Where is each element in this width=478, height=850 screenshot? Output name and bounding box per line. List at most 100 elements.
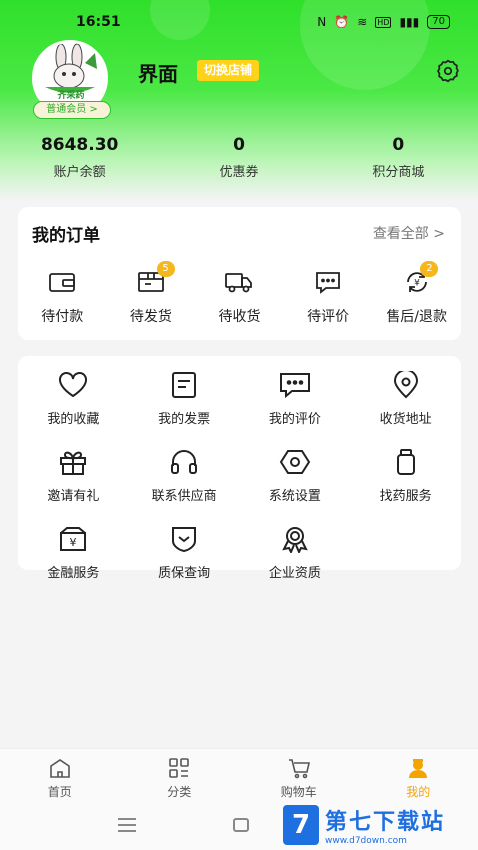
- wifi-icon: ≋: [357, 15, 368, 29]
- home-button-icon[interactable]: [233, 818, 249, 832]
- tool-invite[interactable]: 邀请有礼: [18, 447, 129, 504]
- view-all-orders-link[interactable]: 查看全部 >: [373, 223, 445, 243]
- tool-label: 我的收藏: [47, 412, 100, 427]
- status-bar: 16:51 N ⏰ ≋ HD ▮▮▮ 70: [0, 0, 478, 44]
- settings-gear-icon[interactable]: [435, 58, 461, 84]
- nfc-icon: N: [317, 15, 327, 29]
- my-orders-card: 我的订单 查看全部 > 待付款 5 待发货 待收货 待评价 ¥ 2 售后/退款: [18, 207, 461, 340]
- orders-title: 我的订单: [32, 226, 100, 246]
- watermark-text: 第七下载站 www.d7down.com: [325, 804, 445, 846]
- location-icon: [389, 370, 423, 400]
- tool-qualifications[interactable]: 企业资质: [240, 524, 351, 581]
- svg-text:¥: ¥: [414, 279, 420, 289]
- truck-icon: [224, 269, 254, 295]
- order-label: 待评价: [307, 309, 350, 325]
- stat-label: 优惠券: [219, 165, 259, 180]
- tool-address[interactable]: 收货地址: [350, 370, 461, 427]
- stat-value: 0: [233, 135, 245, 155]
- tool-label: 联系供应商: [151, 489, 217, 504]
- stat-balance[interactable]: 8648.30 账户余额: [0, 135, 159, 180]
- status-icons: N ⏰ ≋ HD ▮▮▮ 70: [317, 15, 450, 29]
- order-label: 待付款: [41, 309, 84, 325]
- order-label: 待发货: [129, 309, 172, 325]
- avatar-text: 齐采药: [57, 91, 85, 101]
- nav-profile[interactable]: 我的: [359, 749, 478, 800]
- tool-find-medicine[interactable]: 找药服务: [350, 447, 461, 504]
- stat-value: 0: [392, 135, 405, 155]
- headset-icon: [167, 447, 201, 477]
- nav-label: 首页: [47, 785, 72, 799]
- alarm-icon: ⏰: [334, 15, 350, 29]
- watermark-logo: 7: [283, 805, 319, 845]
- watermark-url: www.d7down.com: [325, 836, 407, 846]
- order-pending-payment[interactable]: 待付款: [18, 269, 107, 326]
- tool-system-settings[interactable]: 系统设置: [240, 447, 351, 504]
- award-icon: [278, 524, 312, 554]
- order-status-row: 待付款 5 待发货 待收货 待评价 ¥ 2 售后/退款: [18, 261, 461, 326]
- menu-icon[interactable]: [118, 818, 136, 832]
- order-pending-review[interactable]: 待评价: [284, 269, 373, 326]
- review-icon: [278, 370, 312, 400]
- order-label: 售后/退款: [386, 309, 448, 325]
- category-icon: [169, 758, 190, 778]
- medicine-icon: [389, 447, 423, 477]
- hex-settings-icon: [278, 447, 312, 477]
- services-card: 我的收藏 我的发票 我的评价 收货地址 邀请有礼 联系供应商 系统设置 找药服务…: [18, 356, 461, 581]
- nav-label: 分类: [167, 785, 192, 799]
- stat-label: 积分商城: [372, 165, 425, 180]
- nav-category[interactable]: 分类: [120, 749, 240, 800]
- stat-label: 账户余额: [53, 165, 106, 180]
- tool-finance[interactable]: ¥ 金融服务: [18, 524, 129, 581]
- battery-icon: 70: [427, 15, 450, 29]
- wallet-icon: [47, 269, 77, 295]
- tool-label: 系统设置: [268, 489, 321, 504]
- heart-icon: [56, 370, 90, 400]
- order-pending-receipt[interactable]: 待收货: [195, 269, 284, 326]
- tool-label: 质保查询: [158, 566, 211, 581]
- profile-icon: [409, 759, 428, 778]
- account-stats: 8648.30 账户余额 0 优惠券 0 积分商城: [0, 135, 478, 180]
- tool-contact-supplier[interactable]: 联系供应商: [129, 447, 240, 504]
- site-watermark: 7 第七下载站 www.d7down.com: [283, 800, 478, 850]
- tool-label: 企业资质: [268, 566, 321, 581]
- tool-label: 邀请有礼: [47, 489, 100, 504]
- order-pending-shipment[interactable]: 5 待发货: [107, 261, 196, 326]
- stat-points-mall[interactable]: 0 积分商城: [319, 135, 478, 180]
- store-name: 界面: [138, 62, 178, 86]
- nav-cart[interactable]: 购物车: [239, 749, 359, 800]
- svg-text:¥: ¥: [70, 536, 77, 549]
- signal-icon: ▮▮▮: [399, 15, 420, 29]
- shield-icon: [167, 524, 201, 554]
- nav-label: 我的: [406, 785, 431, 799]
- bottom-navigation: 首页 分类 购物车 我的: [0, 748, 478, 800]
- nav-label: 购物车: [280, 785, 317, 799]
- switch-store-button[interactable]: 切换店铺: [197, 60, 260, 81]
- tool-label: 收货地址: [379, 412, 432, 427]
- hd-icon: HD: [375, 16, 392, 28]
- tool-label: 我的评价: [268, 412, 321, 427]
- order-after-sales[interactable]: ¥ 2 售后/退款: [372, 261, 461, 326]
- badge-count: 2: [420, 261, 439, 277]
- status-time: 16:51: [76, 14, 121, 30]
- stat-coupons[interactable]: 0 优惠券: [159, 135, 318, 180]
- cart-icon: [288, 759, 310, 779]
- comment-icon: [313, 269, 343, 295]
- nav-home[interactable]: 首页: [0, 749, 120, 800]
- home-icon: [49, 759, 70, 778]
- badge-count: 5: [156, 261, 175, 277]
- tool-label: 金融服务: [47, 566, 100, 581]
- watermark-main-text: 第七下载站: [325, 810, 446, 835]
- services-grid: 我的收藏 我的发票 我的评价 收货地址 邀请有礼 联系供应商 系统设置 找药服务…: [18, 370, 461, 581]
- tool-label: 我的发票: [158, 412, 211, 427]
- finance-icon: ¥: [56, 524, 90, 554]
- tool-warranty-query[interactable]: 质保查询: [129, 524, 240, 581]
- gift-icon: [56, 447, 90, 477]
- tool-label: 找药服务: [379, 489, 432, 504]
- tool-invoices[interactable]: 我的发票: [129, 370, 240, 427]
- member-level-badge[interactable]: 普通会员 >: [33, 101, 111, 119]
- invoice-icon: [167, 370, 201, 400]
- order-label: 待收货: [218, 309, 261, 325]
- tool-favorites[interactable]: 我的收藏: [18, 370, 129, 427]
- stat-value: 8648.30: [40, 135, 119, 155]
- tool-reviews[interactable]: 我的评价: [240, 370, 351, 427]
